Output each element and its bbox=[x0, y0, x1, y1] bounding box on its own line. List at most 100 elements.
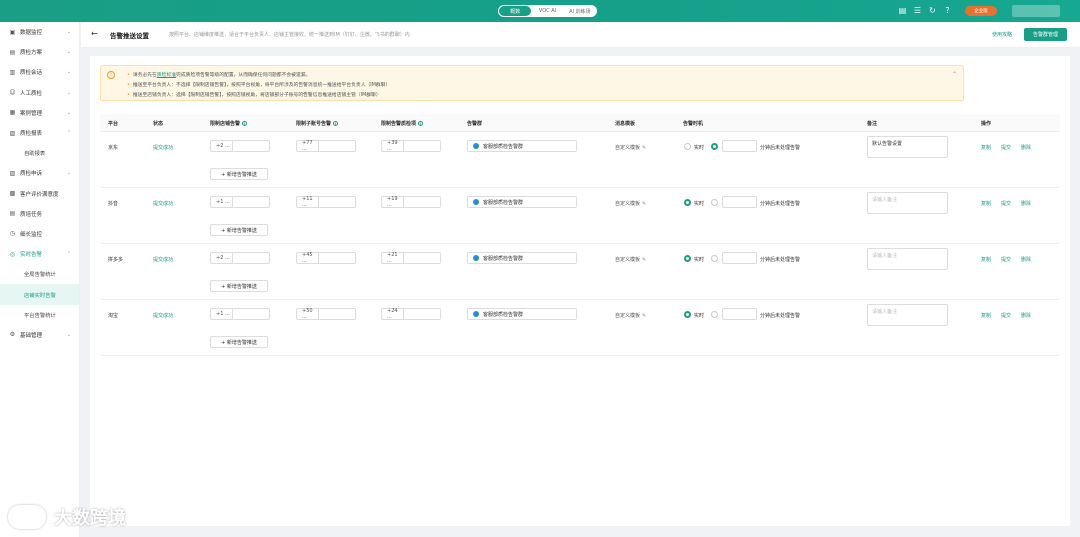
alert-group-select[interactable]: 客服部质检告警群 bbox=[467, 252, 577, 264]
minutes-input[interactable] bbox=[722, 196, 757, 208]
menu-icon: ▩ bbox=[9, 190, 16, 198]
shop-alert-input[interactable]: +2 ... bbox=[210, 140, 270, 152]
platform-name: 淘宝 bbox=[108, 313, 119, 319]
item-alert-input[interactable]: +21 ... bbox=[381, 252, 441, 264]
submit-button[interactable]: 提交 bbox=[1001, 312, 1011, 319]
quality-standard-link[interactable]: 质检标准 bbox=[157, 73, 176, 78]
realtime-radio[interactable] bbox=[684, 199, 691, 206]
shop-alert-input[interactable]: +2 ... bbox=[210, 252, 270, 264]
mode-switch[interactable]: 概数 VOC AI AI 训练场 bbox=[498, 5, 597, 17]
shop-alert-input[interactable]: +1 ... bbox=[210, 308, 270, 320]
realtime-radio[interactable] bbox=[684, 255, 691, 262]
sidebar-item-13[interactable]: 店铺实时告警 bbox=[0, 284, 79, 305]
sidebar-item-9[interactable]: ▤ 质培任务 bbox=[0, 204, 79, 224]
submit-button[interactable]: 提交 bbox=[1001, 200, 1011, 207]
refresh-icon[interactable]: ↻ bbox=[928, 6, 937, 15]
add-alert-push-button[interactable]: + 新增告警推送 bbox=[210, 336, 268, 348]
mode-ai-training[interactable]: AI 训练场 bbox=[564, 6, 596, 16]
delay-radio[interactable] bbox=[711, 143, 718, 150]
delete-button[interactable]: 删除 bbox=[1021, 144, 1031, 151]
sidebar-item-0[interactable]: ▣ 数据监控 ⌄ bbox=[0, 22, 79, 42]
realtime-label: 实时 bbox=[694, 145, 705, 151]
template-edit[interactable]: 自定义模板 ✎ bbox=[615, 200, 646, 207]
sub-account-alert-input[interactable]: +50 ... bbox=[296, 308, 356, 320]
remark-input[interactable]: 请输入备注 bbox=[867, 248, 948, 270]
minutes-input[interactable] bbox=[722, 308, 757, 320]
item-alert-input[interactable]: +19 ... bbox=[381, 196, 441, 208]
col-status: 状态 bbox=[153, 121, 164, 127]
platform-name: 抖音 bbox=[108, 201, 119, 207]
template-edit[interactable]: 自定义模板 ✎ bbox=[615, 312, 646, 319]
sidebar-item-3[interactable]: ☺ 人工质检 ⌄ bbox=[0, 83, 79, 103]
list-icon[interactable]: ☰ bbox=[913, 6, 922, 15]
sidebar-item-1[interactable]: ▤ 质检方案 ⌄ bbox=[0, 42, 79, 62]
submit-button[interactable]: 提交 bbox=[1001, 144, 1011, 151]
sidebar-item-8[interactable]: ▩ 客户评价满意度 bbox=[0, 184, 79, 204]
minutes-label: 分钟后未处理告警 bbox=[760, 257, 801, 263]
delay-radio[interactable] bbox=[711, 311, 718, 318]
help-icon[interactable]: ? bbox=[943, 6, 952, 15]
sidebar-item-6[interactable]: 自助报表 bbox=[0, 143, 79, 163]
item-alert-input[interactable]: +24 ... bbox=[381, 308, 441, 320]
col-timing: 告警时机 bbox=[683, 121, 704, 127]
alert-group-manage-button[interactable]: 告警群管理 bbox=[1024, 28, 1067, 41]
doc-icon[interactable]: ▤ bbox=[898, 6, 907, 15]
remark-input[interactable]: 默认告警设置 bbox=[867, 136, 948, 158]
mode-voc-ai[interactable]: VOC AI bbox=[531, 6, 563, 16]
table-row: 京东 提交成功 +2 ... +77 ... +39 ... + 新增告警推送 … bbox=[100, 132, 1060, 188]
col-sub-alert: 限制子账号告警 i bbox=[296, 121, 339, 127]
sub-account-alert-input[interactable]: +11 ... bbox=[296, 196, 356, 208]
table-row: 抖音 提交成功 +1 ... +11 ... +19 ... + 新增告警推送 … bbox=[100, 188, 1060, 244]
delete-button[interactable]: 删除 bbox=[1021, 256, 1031, 263]
minutes-input[interactable] bbox=[722, 140, 757, 152]
realtime-radio[interactable] bbox=[684, 311, 691, 318]
sub-account-alert-input[interactable]: +45 ... bbox=[296, 252, 356, 264]
back-arrow-icon[interactable]: ← bbox=[91, 29, 98, 38]
remark-input[interactable]: 请输入备注 bbox=[867, 192, 948, 214]
template-edit[interactable]: 自定义模板 ✎ bbox=[615, 144, 646, 151]
shop-alert-input[interactable]: +1 ... bbox=[210, 196, 270, 208]
chevron-up-icon: ⌃ bbox=[66, 251, 71, 258]
sidebar-item-15[interactable]: ⚙ 基础管理 ⌄ bbox=[0, 325, 79, 345]
submit-button[interactable]: 提交 bbox=[1001, 256, 1011, 263]
col-item-alert: 限制告警质检项 i bbox=[381, 121, 424, 127]
delete-button[interactable]: 删除 bbox=[1021, 200, 1031, 207]
item-alert-input[interactable]: +39 ... bbox=[381, 140, 441, 152]
vip-badge[interactable]: 企业版 bbox=[965, 6, 997, 16]
mode-overview[interactable]: 概数 bbox=[499, 6, 532, 16]
user-menu[interactable] bbox=[1012, 5, 1060, 17]
copy-button[interactable]: 复制 bbox=[981, 200, 991, 207]
remark-input[interactable]: 请输入备注 bbox=[867, 304, 948, 326]
sidebar-item-14[interactable]: 平台告警统计 bbox=[0, 305, 79, 325]
chevron-up-icon[interactable]: ⌃ bbox=[952, 71, 957, 78]
delay-radio[interactable] bbox=[711, 199, 718, 206]
sidebar-item-12[interactable]: 全局告警统计 bbox=[0, 264, 79, 284]
copy-button[interactable]: 复制 bbox=[981, 312, 991, 319]
help-link[interactable]: 使用攻略 bbox=[992, 31, 1012, 38]
delete-button[interactable]: 删除 bbox=[1021, 312, 1031, 319]
sidebar-item-2[interactable]: ▥ 质检会话 ⌄ bbox=[0, 62, 79, 82]
sidebar-item-5[interactable]: ▧ 质检报表 ⌃ bbox=[0, 123, 79, 143]
alert-group-select[interactable]: 客服部质检告警群 bbox=[467, 140, 577, 152]
chevron-down-icon: ⌄ bbox=[66, 331, 71, 338]
delay-radio[interactable] bbox=[711, 255, 718, 262]
sidebar-item-label: 实时告警 bbox=[20, 252, 43, 259]
add-alert-push-button[interactable]: + 新增告警推送 bbox=[210, 168, 268, 180]
alert-group-select[interactable]: 客服部质检告警群 bbox=[467, 308, 577, 320]
sidebar-item-11[interactable]: ◎ 实时告警 ⌃ bbox=[0, 244, 79, 264]
sidebar-item-10[interactable]: ◷ 细长监控 bbox=[0, 224, 79, 244]
minutes-input[interactable] bbox=[722, 252, 757, 264]
template-edit[interactable]: 自定义模板 ✎ bbox=[615, 256, 646, 263]
info-icon: i bbox=[418, 121, 424, 126]
copy-button[interactable]: 复制 bbox=[981, 256, 991, 263]
realtime-radio[interactable] bbox=[684, 143, 691, 150]
sidebar-item-4[interactable]: ▦ 案例管理 ⌄ bbox=[0, 103, 79, 123]
add-alert-push-button[interactable]: + 新增告警推送 bbox=[210, 224, 268, 236]
sub-account-alert-input[interactable]: +77 ... bbox=[296, 140, 356, 152]
alert-group-select[interactable]: 客服部质检告警群 bbox=[467, 196, 577, 208]
add-alert-push-button[interactable]: + 新增告警推送 bbox=[210, 280, 268, 292]
sidebar-item-7[interactable]: ▨ 质检申诉 ⌄ bbox=[0, 163, 79, 183]
copy-button[interactable]: 复制 bbox=[981, 144, 991, 151]
sidebar-item-label: 质检方案 bbox=[20, 50, 43, 57]
notice-banner: ! • 请务必先在质检标准完成质检项告警等级的配置，从而确保任何问题都不会被遗漏。… bbox=[100, 65, 964, 101]
